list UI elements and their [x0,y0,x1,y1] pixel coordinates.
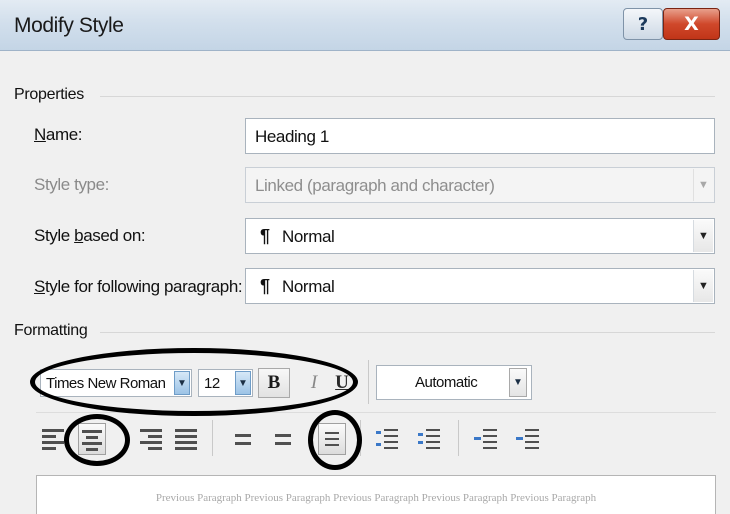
style-based-on-label: Style based on: [34,226,146,246]
align-right-button[interactable] [136,423,164,455]
single-spacing-icon [319,424,347,456]
style-type-value: Linked (paragraph and character) [255,176,495,195]
close-button[interactable]: X [663,8,720,40]
modify-style-dialog: Modify Style ? X Properties Name: Headin… [0,0,730,514]
align-center-button[interactable] [78,423,106,455]
style-following-value: Normal [282,277,335,296]
size-combo[interactable]: 12 ▼ [198,369,253,397]
style-following-label: Style for following paragraph: [34,277,243,297]
style-based-on-accel: b [74,226,84,245]
font-combo[interactable]: Times New Roman ▼ [40,369,192,397]
chevron-down-icon[interactable]: ▼ [235,371,251,395]
font-value: Times New Roman [46,375,166,392]
toolbar-separator [360,420,361,456]
title-bar[interactable]: Modify Style ? X [0,0,730,51]
spacing-icon [230,423,258,455]
align-left-icon [40,423,68,455]
justify-button[interactable] [172,423,200,455]
space-before-button[interactable] [374,423,402,455]
chevron-down-icon[interactable]: ▼ [509,368,527,397]
chevron-down-icon[interactable]: ▼ [693,270,713,302]
style-based-on-select[interactable]: ¶ Normal ▼ [245,218,715,254]
style-based-on-pre: Style [34,226,75,245]
align-center-icon [79,424,107,456]
font-color-value: Automatic [415,374,478,391]
paragraph-mark-icon: ¶ [260,276,271,296]
paragraph-mark-icon: ¶ [260,226,271,246]
preview-text: Previous Paragraph Previous Paragraph Pr… [155,492,597,504]
single-spacing-left-button[interactable] [230,423,258,455]
style-following-accel: S [34,277,45,296]
font-color-combo[interactable]: Automatic ▼ [376,365,532,400]
toolbar-separator [212,420,213,456]
formatting-group-label: Formatting [14,322,88,339]
style-type-select: Linked (paragraph and character) ▼ [245,167,715,203]
chevron-down-icon[interactable]: ▼ [174,371,190,395]
increase-indent-icon [514,423,542,455]
single-spacing-button[interactable] [318,423,346,455]
name-label: Name: [34,125,82,145]
name-label-text: ame: [45,125,83,144]
toolbar-divider [36,412,716,413]
decrease-indent-icon [472,423,500,455]
name-label-accel: N [34,125,46,144]
space-before-icon [374,423,402,455]
underline-button[interactable]: U [326,368,358,398]
toolbar-separator [368,360,369,404]
style-based-on-value: Normal [282,227,335,246]
size-value: 12 [204,375,220,392]
toolbar-separator [458,420,459,456]
align-left-button[interactable] [40,423,68,455]
name-input[interactable]: Heading 1 [245,118,715,154]
chevron-down-icon: ▼ [693,169,713,201]
dialog-title: Modify Style [14,14,124,37]
bold-button[interactable]: B [258,368,290,398]
chevron-down-icon[interactable]: ▼ [693,220,713,252]
formatting-divider [100,332,715,333]
properties-divider [100,96,715,97]
name-value: Heading 1 [255,127,329,146]
decrease-indent-button[interactable] [472,423,500,455]
space-after-button[interactable] [416,423,444,455]
style-based-on-rest: ased on: [83,226,146,245]
align-right-icon [136,423,164,455]
style-following-rest: tyle for following paragraph: [44,277,243,296]
increase-indent-button[interactable] [514,423,542,455]
help-button[interactable]: ? [623,8,663,40]
style-type-label: Style type: [34,175,109,194]
space-after-icon [416,423,444,455]
style-preview-pane: Previous Paragraph Previous Paragraph Pr… [36,475,716,514]
properties-group-label: Properties [14,86,84,103]
one-and-half-spacing-button[interactable] [270,423,298,455]
style-following-select[interactable]: ¶ Normal ▼ [245,268,715,304]
justify-icon [172,423,200,455]
one-and-half-spacing-icon [270,423,298,455]
